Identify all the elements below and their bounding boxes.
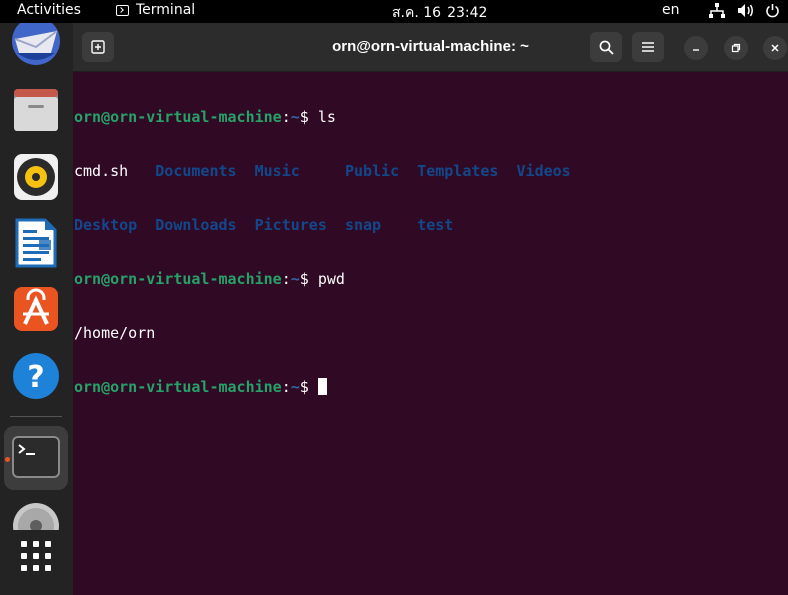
prompt-symbol: $ xyxy=(299,108,309,126)
help-icon[interactable]: ? xyxy=(11,351,61,401)
ls-directory: Public xyxy=(344,162,400,180)
input-language-indicator[interactable]: en xyxy=(662,2,680,18)
ls-directory: Desktop xyxy=(74,216,138,234)
minimize-icon xyxy=(693,49,699,51)
clock[interactable]: ส.ค. 16 23:42 xyxy=(392,2,487,24)
prompt-path: ~ xyxy=(290,270,300,288)
maximize-button[interactable] xyxy=(724,36,748,60)
close-icon xyxy=(771,44,779,52)
hamburger-icon xyxy=(642,42,654,52)
terminal-app-icon xyxy=(116,4,129,16)
prompt-path: ~ xyxy=(290,108,300,126)
window-title: orn@orn-virtual-machine: ~ xyxy=(332,38,529,55)
search-button[interactable] xyxy=(590,32,622,62)
menu-button[interactable] xyxy=(632,32,664,62)
prompt-user: orn@orn-virtual-machine xyxy=(74,270,282,288)
terminal-line: orn@orn-virtual-machine:~$ pwd xyxy=(74,270,784,288)
search-icon xyxy=(599,40,614,55)
text-cursor xyxy=(317,378,327,395)
app-menu-label: Terminal xyxy=(136,2,196,18)
svg-text:?: ? xyxy=(27,360,44,395)
prompt-separator: : xyxy=(281,270,291,288)
clock-date: ส.ค. 16 xyxy=(392,5,442,21)
minimize-button[interactable] xyxy=(684,36,708,60)
terminal-icon[interactable] xyxy=(11,433,61,483)
dock-separator xyxy=(10,416,62,417)
command-text: ls xyxy=(317,108,336,126)
files-icon[interactable] xyxy=(11,87,61,137)
ls-directory: Pictures xyxy=(254,216,327,234)
ls-directory: snap xyxy=(344,216,382,234)
volume-icon[interactable] xyxy=(737,3,755,22)
prompt-symbol: $ xyxy=(299,270,309,288)
prompt-path: ~ xyxy=(290,378,300,396)
prompt-user: orn@orn-virtual-machine xyxy=(74,108,282,126)
top-bar: Activities Terminal ส.ค. 16 23:42 en xyxy=(0,0,788,23)
clock-time: 23:42 xyxy=(447,5,488,21)
ls-directory: Downloads xyxy=(155,216,237,234)
terminal-line: Desktop Downloads Pictures snap test xyxy=(74,216,784,234)
terminal-line: /home/orn xyxy=(74,324,784,342)
dock: ? xyxy=(0,17,73,595)
terminal-line: orn@orn-virtual-machine:~$ ls xyxy=(74,108,784,126)
power-icon[interactable] xyxy=(765,3,780,22)
ls-directory: Templates xyxy=(417,162,499,180)
prompt-separator: : xyxy=(281,108,291,126)
prompt-user: orn@orn-virtual-machine xyxy=(74,378,282,396)
terminal-window: orn@orn-virtual-machine: ~ orn@orn-virtu… xyxy=(73,23,788,595)
restore-icon xyxy=(731,43,741,53)
ls-directory: test xyxy=(417,216,454,234)
rhythmbox-icon[interactable] xyxy=(11,152,61,202)
thunderbird-icon[interactable] xyxy=(11,17,61,73)
ls-directory: Music xyxy=(254,162,300,180)
pwd-output: /home/orn xyxy=(74,324,156,342)
ls-directory: Videos xyxy=(516,162,571,180)
prompt-separator: : xyxy=(281,378,291,396)
app-menu[interactable]: Terminal xyxy=(116,2,195,18)
activities-button[interactable]: Activities xyxy=(17,2,81,18)
close-button[interactable] xyxy=(763,36,787,60)
libreoffice-writer-icon[interactable] xyxy=(11,218,61,268)
terminal-line: cmd.sh Documents Music Public Templates … xyxy=(74,162,784,180)
show-apps-icon[interactable] xyxy=(11,536,61,586)
network-icon[interactable] xyxy=(709,3,725,22)
command-text: pwd xyxy=(317,270,345,288)
ls-directory: Documents xyxy=(155,162,237,180)
prompt-symbol: $ xyxy=(299,378,309,396)
terminal-output[interactable]: orn@orn-virtual-machine:~$ ls cmd.sh Doc… xyxy=(74,72,784,432)
app-center-icon[interactable] xyxy=(11,284,61,334)
terminal-line: orn@orn-virtual-machine:~$ xyxy=(74,378,784,396)
running-indicator xyxy=(5,457,10,462)
header-bar: orn@orn-virtual-machine: ~ xyxy=(73,23,788,72)
ls-file: cmd.sh xyxy=(74,162,129,180)
